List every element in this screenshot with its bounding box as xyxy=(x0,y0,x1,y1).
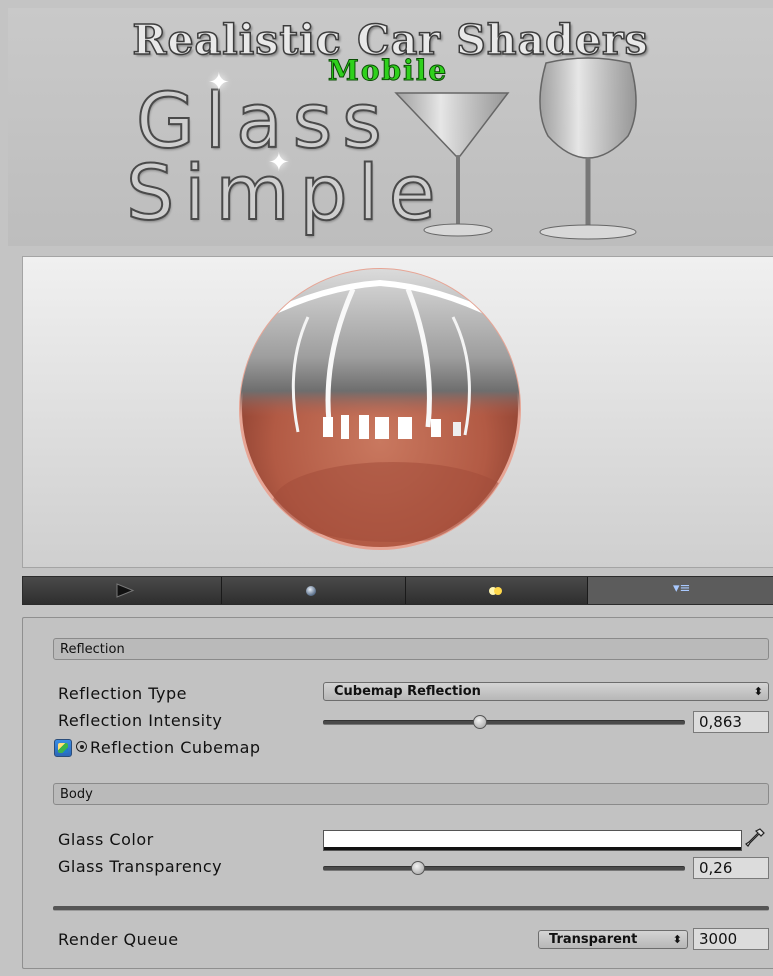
sparkle-icon: ✦ xyxy=(268,148,290,178)
dropdown-arrow-icon: ⬍ xyxy=(672,933,682,946)
glass-transparency-field[interactable]: 0,26 xyxy=(693,857,769,879)
reflection-intensity-field[interactable]: 0,863 xyxy=(693,711,769,733)
preview-mesh-button[interactable] xyxy=(222,577,406,604)
render-queue-dropdown[interactable]: Transparent ⬍ xyxy=(538,930,688,949)
glass-color-label: Glass Color xyxy=(58,830,154,849)
preview-light-button[interactable] xyxy=(406,577,588,604)
section-reflection: Reflection xyxy=(53,638,769,660)
render-queue-label: Render Queue xyxy=(58,930,179,949)
reflection-type-label: Reflection Type xyxy=(58,684,187,703)
preview-settings-menu-icon[interactable]: ▾≡ xyxy=(673,581,690,596)
glass-transparency-slider-thumb[interactable] xyxy=(411,861,426,875)
material-preview[interactable] xyxy=(22,256,773,568)
eyedropper-icon[interactable] xyxy=(745,827,765,849)
play-icon xyxy=(116,583,135,598)
reflection-intensity-slider-thumb[interactable] xyxy=(473,715,488,729)
preview-toolbar: ▾≡ xyxy=(22,576,773,605)
reflection-intensity-slider-track[interactable] xyxy=(323,720,685,725)
render-queue-field[interactable]: 3000 xyxy=(693,928,769,950)
reflection-type-dropdown[interactable]: Cubemap Reflection ⬍ xyxy=(323,682,769,701)
light-icon xyxy=(489,587,502,595)
section-body: Body xyxy=(53,783,769,805)
preview-sphere xyxy=(239,268,521,550)
glass-transparency-label: Glass Transparency xyxy=(58,857,223,876)
reflection-type-value: Cubemap Reflection xyxy=(334,684,481,699)
play-button[interactable] xyxy=(23,577,222,604)
glass-color-field[interactable] xyxy=(323,830,742,851)
dropdown-arrow-icon: ⬍ xyxy=(753,685,763,698)
material-inspector: Reflection Reflection Type Cubemap Refle… xyxy=(22,617,773,969)
reflection-cubemap-label: Reflection Cubemap xyxy=(90,738,261,757)
glass-transparency-slider-track[interactable] xyxy=(323,866,685,871)
sparkle-icon: ✦ xyxy=(208,68,230,98)
sphere-icon xyxy=(306,586,316,596)
render-queue-mode: Transparent xyxy=(549,932,638,947)
inspector-separator xyxy=(53,906,769,911)
object-picker-icon[interactable] xyxy=(76,741,87,752)
reflection-intensity-label: Reflection Intensity xyxy=(58,711,223,730)
shader-banner: Realistic Car Shaders Mobile Glass Simpl… xyxy=(8,8,773,246)
cubemap-texture-icon[interactable] xyxy=(54,739,72,757)
